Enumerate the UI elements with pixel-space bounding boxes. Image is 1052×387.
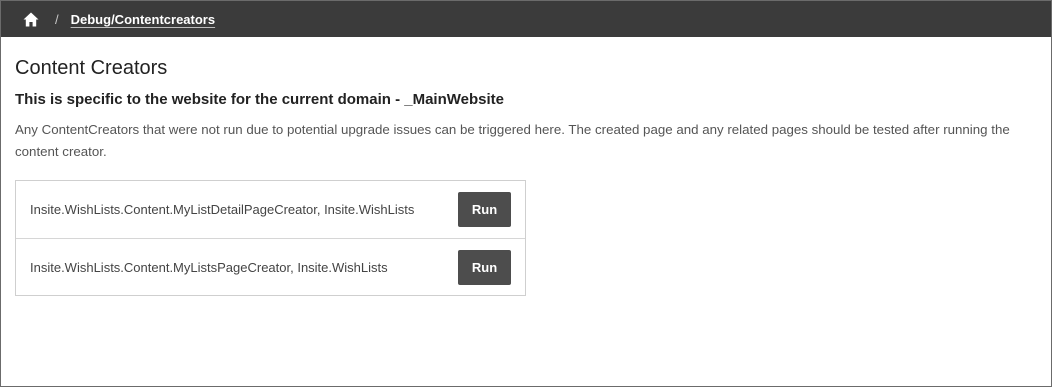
run-button[interactable]: Run xyxy=(458,249,511,285)
list-item: Insite.WishLists.Content.MyListsPageCrea… xyxy=(16,238,525,295)
run-button[interactable]: Run xyxy=(458,192,511,227)
page-description: Any ContentCreators that were not run du… xyxy=(15,122,1010,159)
content-creators-list: Insite.WishLists.Content.MyListDetailPag… xyxy=(15,180,526,296)
breadcrumb-bar: / Debug/Contentcreators xyxy=(1,1,1051,37)
creator-name: Insite.WishLists.Content.MyListDetailPag… xyxy=(30,202,415,217)
creator-name: Insite.WishLists.Content.MyListsPageCrea… xyxy=(30,259,388,275)
page-subtitle: This is specific to the website for the … xyxy=(15,91,504,108)
home-icon[interactable] xyxy=(23,11,39,27)
breadcrumb-current-link[interactable]: Debug/Contentcreators xyxy=(71,12,215,27)
list-item: Insite.WishLists.Content.MyListDetailPag… xyxy=(16,181,525,238)
breadcrumb-separator: / xyxy=(55,11,59,27)
app-window: / Debug/Contentcreators Content Creators… xyxy=(0,0,1052,387)
main-content: Content Creators This is specific to the… xyxy=(1,37,1051,296)
page-title: Content Creators xyxy=(15,57,168,79)
